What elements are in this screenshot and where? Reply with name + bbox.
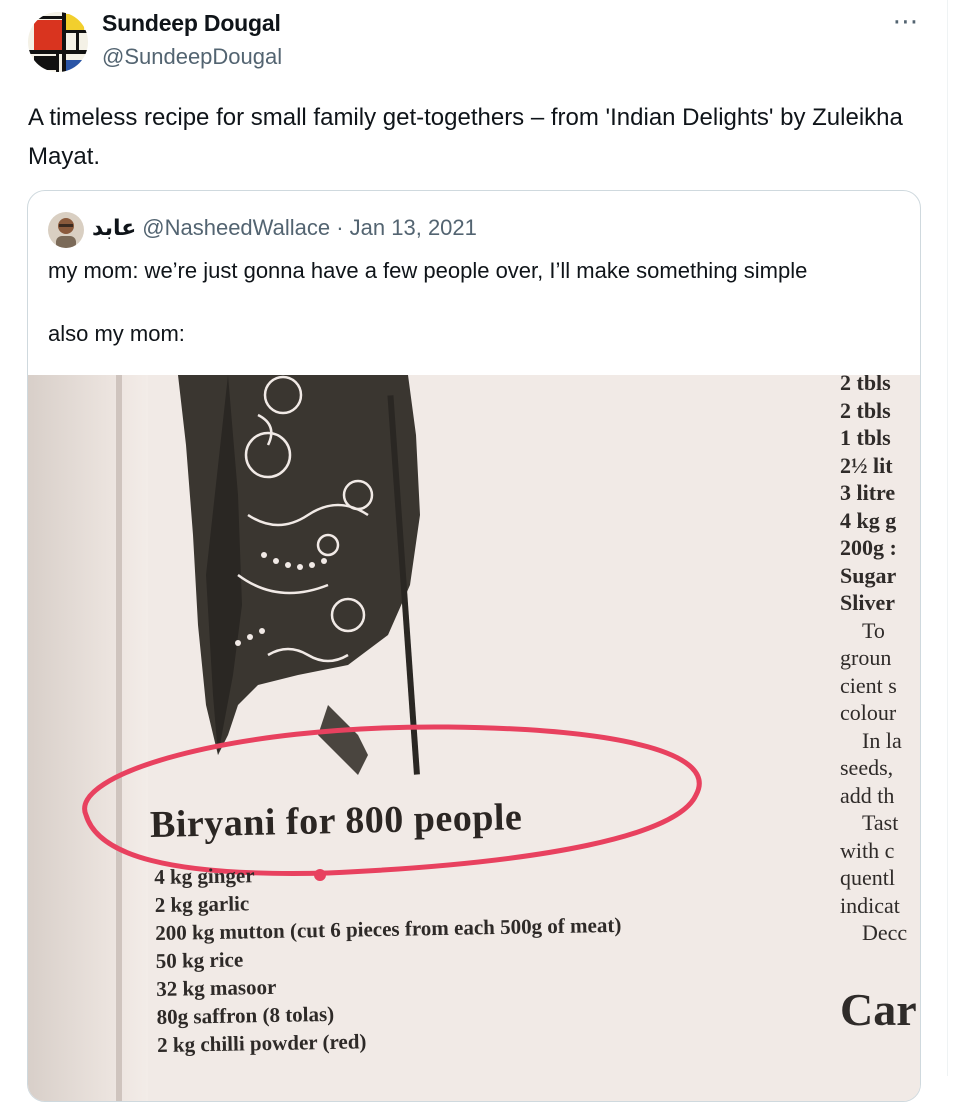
right-page-line: 2 tbls	[840, 397, 891, 423]
more-options-icon[interactable]: ⋯	[888, 8, 924, 42]
separator-dot: ·	[336, 215, 344, 240]
right-page-line: To	[862, 617, 885, 643]
quoted-avatar[interactable]	[48, 212, 84, 248]
right-page-line: add th	[840, 782, 895, 808]
right-page-line: In la	[862, 727, 902, 753]
quoted-author-name[interactable]: عابد	[92, 215, 136, 240]
author-name[interactable]: Sundeep Dougal	[102, 10, 281, 37]
right-page-heading: Car	[840, 983, 917, 1033]
quoted-text: my mom: we’re just gonna have a few peop…	[48, 255, 908, 349]
avatar[interactable]	[28, 12, 88, 72]
right-page-line: 2 tbls	[840, 375, 891, 395]
quoted-date[interactable]: Jan 13, 2021	[350, 215, 477, 240]
mondrian-avatar-icon	[28, 12, 88, 72]
right-page-line: 1 tbls	[840, 425, 891, 450]
right-page-line: groun	[840, 645, 892, 670]
quoted-line-2: also my mom:	[48, 321, 185, 346]
right-page-line: 3 litre	[840, 480, 896, 505]
quoted-tweet[interactable]: عابد @NasheedWallace · Jan 13, 2021 my mo…	[27, 190, 921, 1102]
recipe-title: Biryani for 800 people	[149, 796, 523, 846]
ingredient-list: 4 kg ginger 2 kg garlic 200 kg mutton (c…	[154, 855, 624, 1059]
quoted-line-1: my mom: we’re just gonna have a few peop…	[48, 258, 808, 283]
right-page-line: 2½ lit	[840, 452, 893, 478]
right-page-line: Sugar	[840, 562, 897, 588]
right-page-line: seeds,	[840, 755, 894, 780]
tweet: Sundeep Dougal @SundeepDougal ⋯ A timele…	[0, 0, 956, 1102]
right-page-line: indicat	[840, 892, 900, 918]
right-page-line: with c	[840, 837, 895, 863]
person-avatar-icon	[48, 212, 84, 248]
right-page-line: colour	[840, 700, 897, 725]
right-page-line: cient s	[840, 672, 897, 698]
quoted-author-handle[interactable]: @NasheedWallace	[142, 215, 330, 240]
right-page-line: Tast	[862, 810, 899, 835]
quoted-header: عابد @NasheedWallace · Jan 13, 2021	[92, 215, 477, 241]
right-page-text: 2 tbls 2 tbls 1 tbls 2½ lit 3 litre 4 kg g 200…	[840, 375, 920, 1033]
right-page-line: 4 kg g	[840, 507, 897, 533]
right-page-line: Decc	[862, 920, 908, 945]
author-handle[interactable]: @SundeepDougal	[102, 44, 282, 70]
divider	[947, 0, 948, 1076]
tweet-text: A timeless recipe for small family get-t…	[28, 104, 903, 170]
right-page-line: Sliver	[840, 590, 895, 615]
recipe-photo[interactable]: Biryani for 800 people 4 kg ginger 2 kg …	[28, 375, 920, 1101]
right-page-line: quentl	[840, 865, 895, 890]
right-page-line: 200g :	[840, 535, 897, 560]
